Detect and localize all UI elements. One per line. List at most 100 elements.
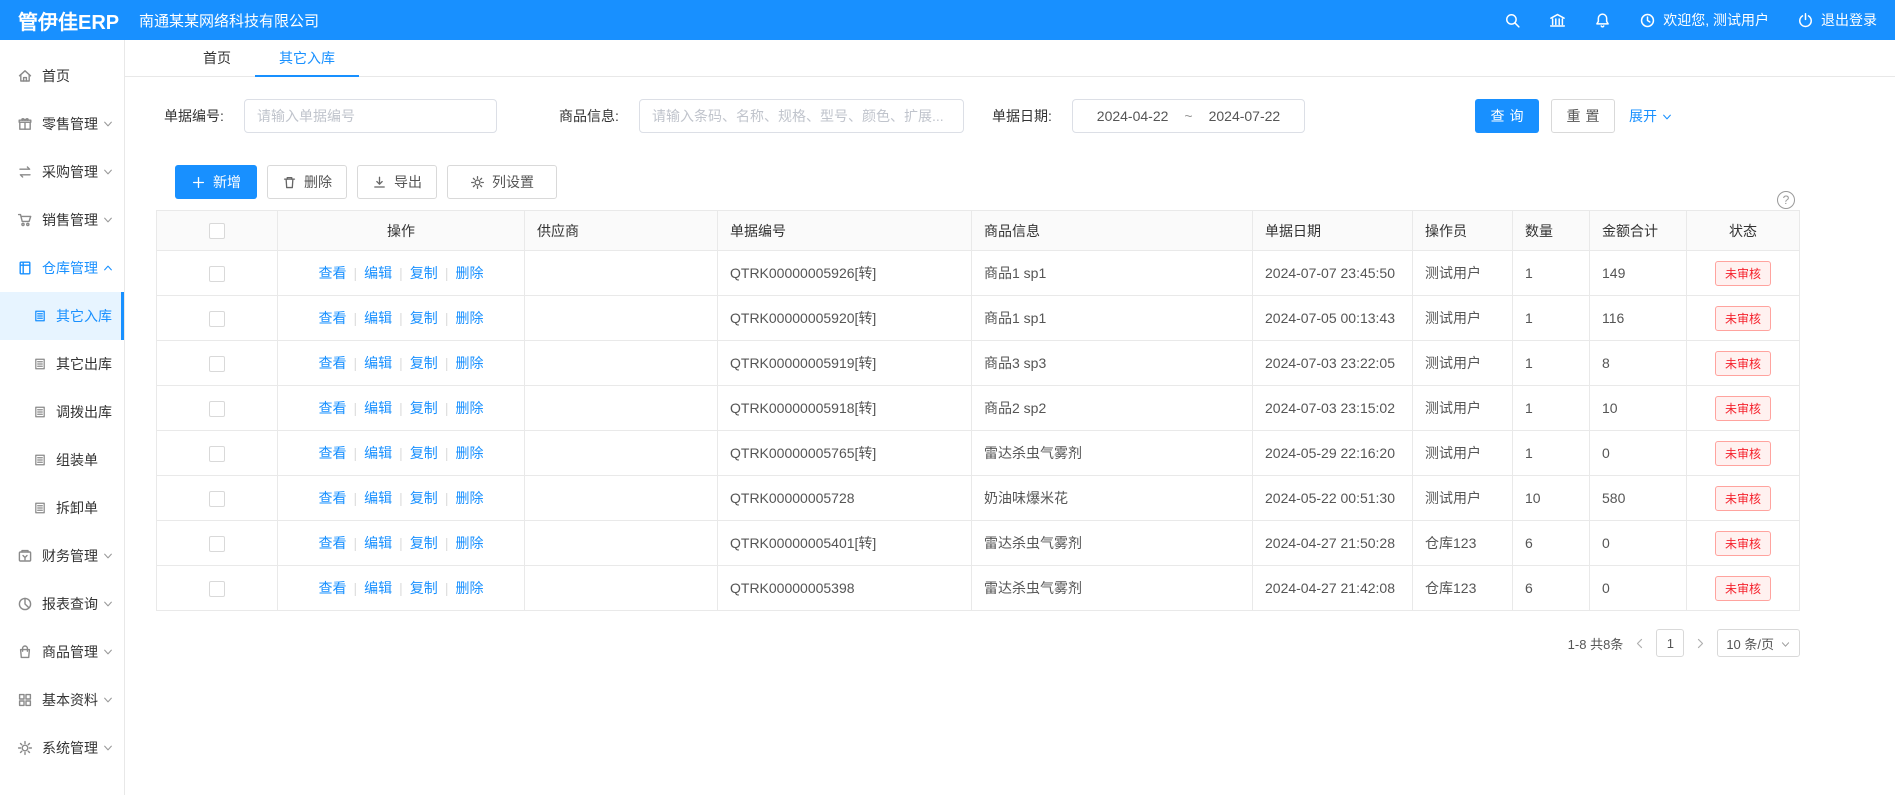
- op-delete-link[interactable]: 删除: [455, 580, 483, 596]
- date-from-value[interactable]: 2024-04-22: [1097, 108, 1169, 124]
- amount-cell: 149: [1590, 251, 1687, 296]
- app-root: 管伊佳ERP 南通某某网络科技有限公司 欢迎您, 测试用户 退出登录 首页零售管…: [0, 0, 1895, 795]
- sidebar-item-warehouse-mgmt[interactable]: 仓库管理: [0, 244, 124, 292]
- sidebar-item-assembly-order[interactable]: 组装单: [0, 436, 124, 484]
- col-header-status: 状态: [1687, 211, 1800, 251]
- expand-toggle[interactable]: 展开: [1629, 106, 1673, 126]
- op-copy-link[interactable]: 复制: [410, 445, 438, 461]
- sidebar-item-transfer-outbound[interactable]: 调拨出库: [0, 388, 124, 436]
- op-copy-link[interactable]: 复制: [410, 580, 438, 596]
- add-button[interactable]: 新增: [175, 165, 257, 199]
- date-to-value[interactable]: 2024-07-22: [1209, 108, 1281, 124]
- chevron-left-icon[interactable]: [1633, 637, 1646, 650]
- status-cell: 未审核: [1687, 251, 1800, 296]
- sidebar-item-system-mgmt[interactable]: 系统管理: [0, 724, 124, 772]
- op-view-link[interactable]: 查看: [319, 535, 347, 551]
- plus-icon: [191, 175, 206, 190]
- sidebar-item-disassembly-order[interactable]: 拆卸单: [0, 484, 124, 532]
- user-welcome[interactable]: 欢迎您, 测试用户: [1639, 10, 1769, 30]
- op-delete-link[interactable]: 删除: [455, 400, 483, 416]
- op-edit-link[interactable]: 编辑: [364, 355, 392, 371]
- table-row: 查看|编辑|复制|删除QTRK00000005926[转]商品1 sp12024…: [157, 251, 1800, 296]
- row-checkbox[interactable]: [209, 356, 225, 372]
- sidebar-item-label: 商品管理: [42, 642, 98, 662]
- page-number[interactable]: 1: [1656, 629, 1684, 657]
- row-checkbox[interactable]: [209, 581, 225, 597]
- op-delete-link[interactable]: 删除: [455, 445, 483, 461]
- sidebar-item-finance-mgmt[interactable]: 财务管理: [0, 532, 124, 580]
- chevron-right-icon[interactable]: [1694, 637, 1707, 650]
- tab-home[interactable]: 首页: [179, 40, 255, 76]
- sidebar-item-other-outbound[interactable]: 其它出库: [0, 340, 124, 388]
- select-all-checkbox[interactable]: [209, 223, 225, 239]
- op-delete-link[interactable]: 删除: [455, 265, 483, 281]
- logout-button[interactable]: 退出登录: [1797, 10, 1877, 30]
- row-operations-cell: 查看|编辑|复制|删除: [278, 431, 525, 476]
- op-copy-link[interactable]: 复制: [410, 400, 438, 416]
- op-view-link[interactable]: 查看: [319, 310, 347, 326]
- sidebar-item-label: 财务管理: [42, 546, 98, 566]
- op-edit-link[interactable]: 编辑: [364, 265, 392, 281]
- op-copy-link[interactable]: 复制: [410, 310, 438, 326]
- op-delete-link[interactable]: 删除: [455, 535, 483, 551]
- col-header-operation: 操作: [278, 211, 525, 251]
- sidebar-item-report-query[interactable]: 报表查询: [0, 580, 124, 628]
- help-icon[interactable]: ?: [1777, 191, 1795, 209]
- table-row: 查看|编辑|复制|删除QTRK00000005401[转]雷达杀虫气雾剂2024…: [157, 521, 1800, 566]
- reset-button[interactable]: 重置: [1551, 99, 1615, 133]
- row-operations-cell: 查看|编辑|复制|删除: [278, 476, 525, 521]
- sidebar-item-base-data[interactable]: 基本资料: [0, 676, 124, 724]
- op-copy-link[interactable]: 复制: [410, 490, 438, 506]
- sidebar-item-label: 拆卸单: [56, 498, 98, 518]
- export-button[interactable]: 导出: [357, 165, 437, 199]
- op-copy-link[interactable]: 复制: [410, 355, 438, 371]
- sidebar-item-other-inbound[interactable]: 其它入库: [0, 292, 124, 340]
- row-checkbox[interactable]: [209, 266, 225, 282]
- op-delete-link[interactable]: 删除: [455, 490, 483, 506]
- op-view-link[interactable]: 查看: [319, 400, 347, 416]
- row-operations-cell: 查看|编辑|复制|删除: [278, 566, 525, 611]
- op-edit-link[interactable]: 编辑: [364, 535, 392, 551]
- op-edit-link[interactable]: 编辑: [364, 490, 392, 506]
- status-cell: 未审核: [1687, 431, 1800, 476]
- tab-other-inbound[interactable]: 其它入库: [255, 40, 359, 76]
- row-checkbox[interactable]: [209, 401, 225, 417]
- op-view-link[interactable]: 查看: [319, 490, 347, 506]
- sidebar-item-label: 报表查询: [42, 594, 98, 614]
- sidebar-item-sales-mgmt[interactable]: 销售管理: [0, 196, 124, 244]
- search-icon[interactable]: [1504, 12, 1521, 29]
- search-button[interactable]: 查询: [1475, 99, 1539, 133]
- chevron-down-icon: [102, 694, 114, 706]
- row-checkbox[interactable]: [209, 536, 225, 552]
- op-view-link[interactable]: 查看: [319, 580, 347, 596]
- sidebar-item-label: 系统管理: [42, 738, 98, 758]
- product-info-input[interactable]: [639, 99, 964, 133]
- op-edit-link[interactable]: 编辑: [364, 310, 392, 326]
- bank-icon[interactable]: [1549, 12, 1566, 29]
- page-size-select[interactable]: 10 条/页: [1717, 629, 1800, 657]
- op-edit-link[interactable]: 编辑: [364, 400, 392, 416]
- op-view-link[interactable]: 查看: [319, 355, 347, 371]
- sidebar-item-product-mgmt[interactable]: 商品管理: [0, 628, 124, 676]
- row-checkbox[interactable]: [209, 311, 225, 327]
- sidebar-item-home[interactable]: 首页: [0, 52, 124, 100]
- bill-no-input[interactable]: [244, 99, 497, 133]
- op-copy-link[interactable]: 复制: [410, 535, 438, 551]
- column-settings-button[interactable]: 列设置: [447, 165, 557, 199]
- op-delete-link[interactable]: 删除: [455, 355, 483, 371]
- sidebar-item-purchase-mgmt[interactable]: 采购管理: [0, 148, 124, 196]
- date-range-picker[interactable]: 2024-04-22 ~ 2024-07-22: [1072, 99, 1305, 133]
- op-delete-link[interactable]: 删除: [455, 310, 483, 326]
- op-view-link[interactable]: 查看: [319, 445, 347, 461]
- row-checkbox[interactable]: [209, 491, 225, 507]
- op-view-link[interactable]: 查看: [319, 265, 347, 281]
- trash-icon: [282, 175, 297, 190]
- doc-icon: [33, 453, 47, 467]
- op-edit-link[interactable]: 编辑: [364, 445, 392, 461]
- op-copy-link[interactable]: 复制: [410, 265, 438, 281]
- bell-icon[interactable]: [1594, 12, 1611, 29]
- row-checkbox[interactable]: [209, 446, 225, 462]
- sidebar-item-retail-mgmt[interactable]: 零售管理: [0, 100, 124, 148]
- op-edit-link[interactable]: 编辑: [364, 580, 392, 596]
- delete-button[interactable]: 删除: [267, 165, 347, 199]
